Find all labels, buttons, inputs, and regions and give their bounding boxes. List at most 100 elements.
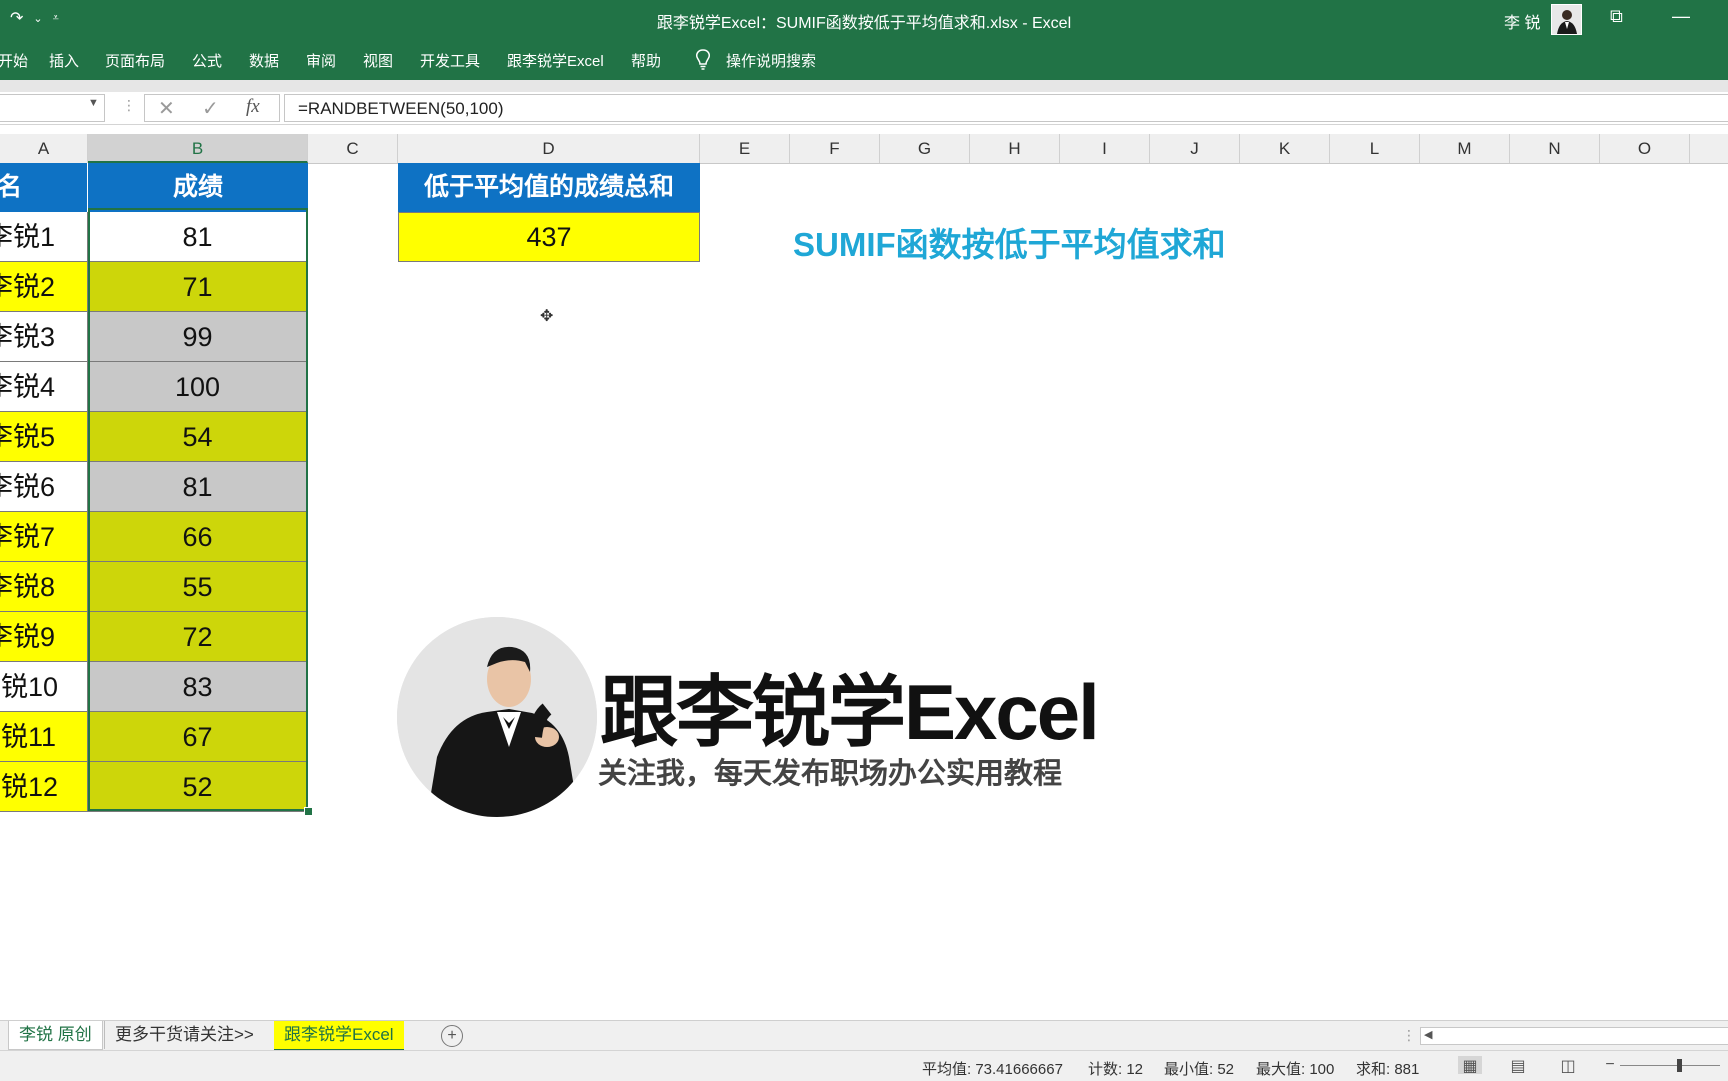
column-header-i[interactable]: I <box>1060 134 1150 163</box>
tab-data[interactable]: 数据 <box>249 50 279 71</box>
tab-view[interactable]: 视图 <box>363 50 393 71</box>
name-text: 李锐6 <box>0 472 56 502</box>
column-header-c[interactable]: C <box>308 134 398 163</box>
tab-custom[interactable]: 跟李锐学Excel <box>507 50 604 71</box>
column-header-n[interactable]: N <box>1510 134 1600 163</box>
tell-me-search[interactable]: 操作说明搜索 <box>726 50 816 71</box>
name-cell[interactable]: 李锐3 <box>0 312 88 362</box>
column-header-k[interactable]: K <box>1240 134 1330 163</box>
tab-formulas[interactable]: 公式 <box>192 50 222 71</box>
scroll-left-icon[interactable]: ◀ <box>1424 1028 1432 1041</box>
brand-subtitle: 关注我，每天发布职场办公实用教程 <box>598 758 1063 790</box>
column-header-b[interactable]: B <box>88 134 308 163</box>
name-text: 李锐11 <box>0 722 57 752</box>
tab-page-layout[interactable]: 页面布局 <box>105 50 165 71</box>
score-cell[interactable]: 99 <box>88 312 308 362</box>
name-cell[interactable]: 李锐10 <box>0 662 88 712</box>
column-header-d[interactable]: D <box>398 134 700 163</box>
score-cell[interactable]: 66 <box>88 512 308 562</box>
status-average[interactable]: 平均值: 73.41666667 <box>922 1058 1063 1079</box>
formula-text[interactable]: =RANDBETWEEN(50,100) <box>298 99 503 119</box>
tab-insert[interactable]: 插入 <box>49 50 79 71</box>
sheet-tab-bar: 李锐 原创 更多干货请关注>> 跟李锐学Excel + ⋮ ◀ <box>0 1020 1728 1051</box>
column-header-e[interactable]: E <box>700 134 790 163</box>
lightbulb-icon <box>696 49 710 70</box>
status-min[interactable]: 最小值: 52 <box>1164 1058 1234 1079</box>
status-sum[interactable]: 求和: 881 <box>1356 1058 1419 1079</box>
normal-view-icon[interactable]: ▦ <box>1458 1056 1482 1075</box>
sheet-tab-active[interactable]: 跟李锐学Excel <box>274 1021 404 1051</box>
name-cell[interactable]: 李锐12 <box>0 762 88 812</box>
score-cell[interactable]: 71 <box>88 262 308 312</box>
score-cell[interactable]: 55 <box>88 562 308 612</box>
minimize-icon[interactable]: — <box>1672 6 1690 27</box>
name-text: 李锐10 <box>0 672 59 702</box>
column-header-l[interactable]: L <box>1330 134 1420 163</box>
score-cell[interactable]: 100 <box>88 362 308 412</box>
sheet-tab-more[interactable]: 更多干货请关注>> <box>104 1021 264 1049</box>
sheet-tab-original[interactable]: 李锐 原创 <box>8 1021 103 1050</box>
name-cell[interactable]: 李锐7 <box>0 512 88 562</box>
status-max[interactable]: 最大值: 100 <box>1256 1058 1334 1079</box>
name-cell[interactable]: 李锐9 <box>0 612 88 662</box>
name-text: 李锐12 <box>0 772 59 802</box>
fill-handle[interactable] <box>304 807 313 816</box>
name-text: 李锐7 <box>0 522 56 552</box>
tab-review[interactable]: 审阅 <box>306 50 336 71</box>
name-text: 李锐3 <box>0 322 56 352</box>
name-text: 李锐1 <box>0 222 56 252</box>
tab-developer[interactable]: 开发工具 <box>420 50 480 71</box>
column-header-f[interactable]: F <box>790 134 880 163</box>
zoom-out-icon[interactable]: − <box>1598 1056 1622 1074</box>
score-cell[interactable]: 52 <box>88 762 308 812</box>
ribbon-display-icon[interactable]: ⧉ <box>1610 6 1623 27</box>
name-text: 李锐4 <box>0 372 56 402</box>
score-cell[interactable]: 67 <box>88 712 308 762</box>
name-text: 李锐9 <box>0 622 56 652</box>
tab-help[interactable]: 帮助 <box>631 50 661 71</box>
zoom-slider[interactable] <box>1620 1065 1720 1066</box>
name-cell[interactable]: 李锐1 <box>0 212 88 262</box>
name-cell[interactable]: 李锐8 <box>0 562 88 612</box>
name-cell[interactable]: 李锐4 <box>0 362 88 412</box>
ribbon-tabs: 开始 插入 页面布局 公式 数据 审阅 视图 开发工具 跟李锐学Excel 帮助… <box>0 38 1728 80</box>
column-header-o[interactable]: O <box>1600 134 1690 163</box>
brand-title: 跟李锐学Excel <box>600 668 1100 756</box>
score-cell[interactable]: 72 <box>88 612 308 662</box>
cancel-icon[interactable]: ✕ <box>158 96 175 121</box>
column-header-h[interactable]: H <box>970 134 1060 163</box>
score-cell[interactable]: 81 <box>88 212 308 262</box>
summary-value[interactable]: 437 <box>398 212 700 262</box>
name-cell[interactable]: 李锐6 <box>0 462 88 512</box>
enter-icon[interactable]: ✓ <box>202 96 219 121</box>
header-cell-name[interactable]: 姓名 <box>0 163 88 212</box>
score-cell[interactable]: 83 <box>88 662 308 712</box>
tab-home[interactable]: 开始 <box>0 50 28 71</box>
horizontal-scrollbar[interactable]: ◀ <box>1420 1027 1728 1045</box>
page-break-view-icon[interactable]: ◫ <box>1556 1056 1580 1075</box>
score-cell[interactable]: 81 <box>88 462 308 512</box>
status-count[interactable]: 计数: 12 <box>1088 1058 1143 1079</box>
name-cell[interactable]: 李锐11 <box>0 712 88 762</box>
column-header-g[interactable]: G <box>880 134 970 163</box>
score-cell[interactable]: 54 <box>88 412 308 462</box>
column-header-a[interactable]: A <box>0 134 88 163</box>
summary-header[interactable]: 低于平均值的成绩总和 <box>398 163 700 212</box>
column-header-j[interactable]: J <box>1150 134 1240 163</box>
header-cell-score[interactable]: 成绩 <box>88 163 308 212</box>
name-box-dropdown-icon[interactable]: ▼ <box>88 97 99 109</box>
name-text: 李锐2 <box>0 272 56 302</box>
user-name[interactable]: 李 锐 <box>1504 9 1540 33</box>
insert-function-icon[interactable]: fx <box>246 96 260 118</box>
portrait-photo <box>397 617 597 817</box>
formula-bar-grip-icon[interactable]: ⋮ <box>122 97 136 114</box>
ribbon-collapsed-area <box>0 80 1728 92</box>
add-sheet-icon[interactable]: + <box>441 1025 463 1047</box>
column-header-m[interactable]: M <box>1420 134 1510 163</box>
name-cell[interactable]: 李锐2 <box>0 262 88 312</box>
zoom-slider-thumb[interactable] <box>1677 1059 1682 1072</box>
page-layout-view-icon[interactable]: ▤ <box>1506 1056 1530 1075</box>
name-cell[interactable]: 李锐5 <box>0 412 88 462</box>
user-avatar[interactable] <box>1551 4 1582 35</box>
column-headers: A B C D E F G H I J K L M N O <box>0 134 1728 164</box>
